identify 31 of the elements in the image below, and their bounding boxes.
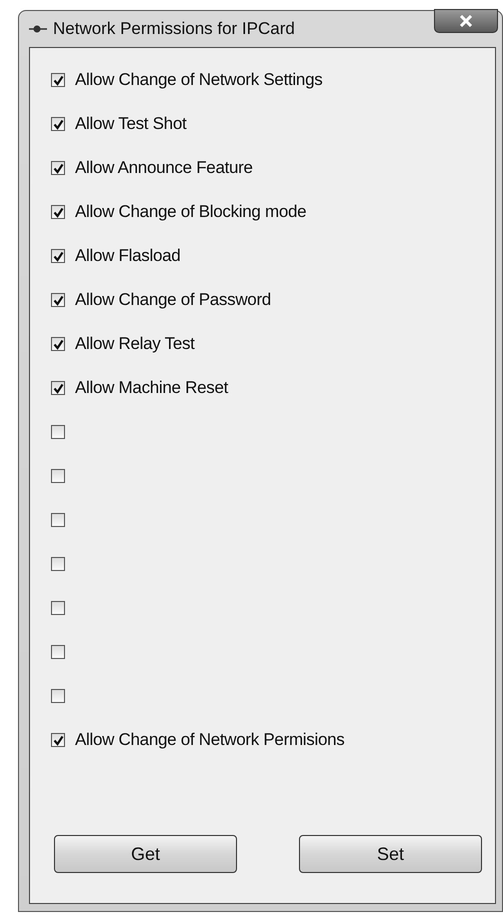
close-button[interactable]	[434, 9, 498, 33]
checkbox[interactable]	[51, 381, 65, 395]
checkbox[interactable]	[51, 425, 65, 439]
checkbox[interactable]	[51, 689, 65, 703]
action-button[interactable]: Get	[54, 835, 237, 873]
network-icon	[29, 23, 47, 35]
action-button[interactable]: Set	[299, 835, 482, 873]
checkbox[interactable]	[51, 469, 65, 483]
checkbox-label: Allow Flasload	[75, 246, 180, 266]
checkbox[interactable]	[51, 733, 65, 747]
checkbox-label: Allow Change of Network Settings	[75, 70, 322, 90]
checkbox[interactable]	[51, 557, 65, 571]
window-title: Network Permissions for IPCard	[53, 19, 295, 39]
checkbox[interactable]	[51, 205, 65, 219]
checkbox[interactable]	[51, 601, 65, 615]
checkbox-label: Allow Announce Feature	[75, 158, 253, 178]
checkbox[interactable]	[51, 337, 65, 351]
checkbox-label: Allow Machine Reset	[75, 378, 228, 398]
checkbox-label: Allow Change of Network Permisions	[75, 730, 344, 750]
checkbox[interactable]	[51, 645, 65, 659]
checkbox-label: Allow Change of Password	[75, 290, 271, 310]
checkbox[interactable]	[51, 161, 65, 175]
checkbox[interactable]	[51, 249, 65, 263]
checkbox[interactable]	[51, 513, 65, 527]
checkbox-label: Allow Relay Test	[75, 334, 195, 354]
checkbox[interactable]	[51, 73, 65, 87]
checkbox-label: Allow Change of Blocking mode	[75, 202, 306, 222]
checkbox[interactable]	[51, 293, 65, 307]
checkbox-label: Allow Test Shot	[75, 114, 186, 134]
checkbox[interactable]	[51, 117, 65, 131]
close-icon	[459, 15, 473, 27]
